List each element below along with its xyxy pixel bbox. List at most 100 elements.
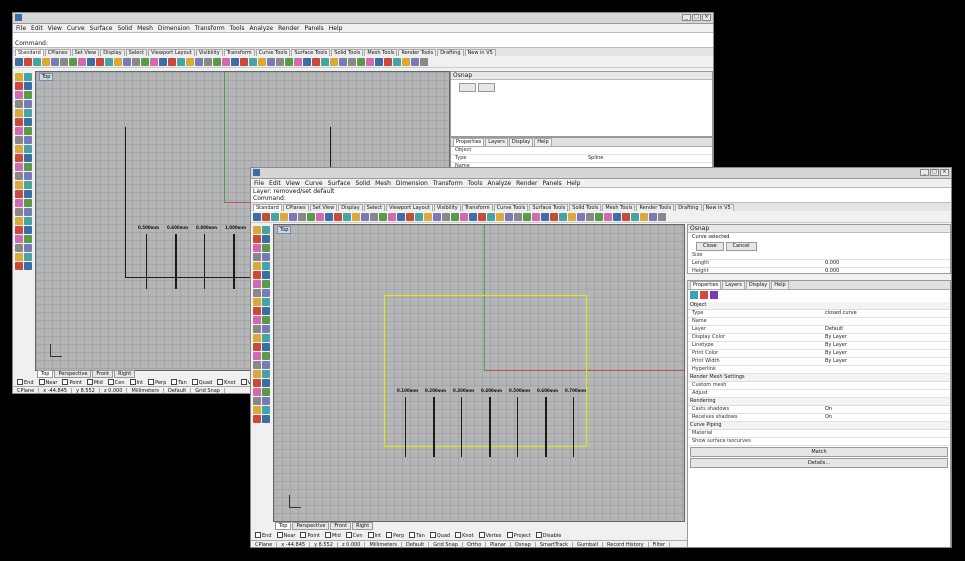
left-tool-icon[interactable] <box>15 199 23 207</box>
left-tool-icon[interactable] <box>24 172 32 180</box>
left-tool-icon[interactable] <box>15 154 23 162</box>
toolbar-tool-icon[interactable] <box>433 212 441 221</box>
front-command-prompt[interactable]: Command: <box>251 195 951 202</box>
property-value[interactable]: By Layer <box>822 342 950 349</box>
toolbar-tab-standard[interactable]: Standard <box>15 49 44 56</box>
status-cell[interactable]: Osnap <box>511 542 536 547</box>
toolbar-tool-icon[interactable] <box>348 57 356 66</box>
menu-item-help[interactable]: Help <box>567 180 581 187</box>
left-tool-icon[interactable] <box>24 199 32 207</box>
viewport-tab-front[interactable]: Front <box>330 522 352 530</box>
left-tool-icon[interactable] <box>24 82 32 90</box>
menu-item-render[interactable]: Render <box>516 180 537 187</box>
menu-item-view[interactable]: View <box>48 25 62 32</box>
toolbar-tool-icon[interactable] <box>586 212 594 221</box>
left-tool-icon[interactable] <box>262 307 270 315</box>
panel-tab-properties[interactable]: Properties <box>453 138 485 146</box>
property-value[interactable]: 0.000 <box>822 268 950 273</box>
left-tool-icon[interactable] <box>253 379 261 387</box>
toolbar-tool-icon[interactable] <box>312 57 320 66</box>
menu-item-surface[interactable]: Surface <box>328 180 351 187</box>
viewport-tab-right[interactable]: Right <box>352 522 374 530</box>
left-tool-icon[interactable] <box>24 154 32 162</box>
property-value[interactable] <box>822 430 950 437</box>
minimize-icon[interactable]: _ <box>682 14 691 21</box>
close-icon[interactable]: × <box>702 14 711 21</box>
toolbar-tool-icon[interactable] <box>402 57 410 66</box>
osnap-int[interactable]: Int <box>130 379 144 386</box>
left-tool-icon[interactable] <box>262 397 270 405</box>
viewport-tab-perspective[interactable]: Perspective <box>54 370 92 378</box>
left-tool-icon[interactable] <box>15 208 23 216</box>
left-tool-icon[interactable] <box>262 388 270 396</box>
left-tool-icon[interactable] <box>24 145 32 153</box>
toolbar-tab-mesh-tools[interactable]: Mesh Tools <box>364 49 398 56</box>
toolbar-tool-icon[interactable] <box>496 212 504 221</box>
left-tool-icon[interactable] <box>262 226 270 234</box>
toolbar-tool-icon[interactable] <box>177 57 185 66</box>
viewport-tab-top[interactable]: Top <box>37 370 54 378</box>
toolbar-tool-icon[interactable] <box>424 212 432 221</box>
toolbar-tab-display[interactable]: Display <box>338 204 363 211</box>
menu-item-file[interactable]: File <box>16 25 26 32</box>
left-tool-icon[interactable] <box>253 280 261 288</box>
toolbar-tool-icon[interactable] <box>339 57 347 66</box>
status-cell[interactable]: x -44.845 <box>39 388 73 393</box>
status-cell[interactable]: Gumball <box>573 542 604 547</box>
status-cell[interactable]: Millimeters <box>365 542 402 547</box>
toolbar-tab-visibility[interactable]: Visibility <box>195 49 223 56</box>
maximize-icon[interactable]: □ <box>692 14 701 21</box>
left-tool-icon[interactable] <box>253 334 261 342</box>
toolbar-tool-icon[interactable] <box>141 57 149 66</box>
toolbar-tool-icon[interactable] <box>559 212 567 221</box>
toolbar-tool-icon[interactable] <box>640 212 648 221</box>
viewport-tab-right[interactable]: Right <box>114 370 136 378</box>
status-cell[interactable]: Default <box>402 542 430 547</box>
viewport-tab-top[interactable]: Top <box>275 522 292 530</box>
toolbar-tool-icon[interactable] <box>195 57 203 66</box>
toolbar-tool-icon[interactable] <box>105 57 113 66</box>
toolbar-tool-icon[interactable] <box>330 57 338 66</box>
left-tool-icon[interactable] <box>262 298 270 306</box>
back-viewport-label[interactable]: Top <box>39 73 54 81</box>
toolbar-tool-icon[interactable] <box>262 212 270 221</box>
left-tool-icon[interactable] <box>262 343 270 351</box>
left-tool-icon[interactable] <box>15 190 23 198</box>
toolbar-tool-icon[interactable] <box>51 57 59 66</box>
toolbar-tool-icon[interactable] <box>60 57 68 66</box>
toolbar-tool-icon[interactable] <box>132 57 140 66</box>
osnap-disable[interactable]: Disable <box>536 532 562 539</box>
left-tool-icon[interactable] <box>15 181 23 189</box>
osnap-point[interactable]: Point <box>300 532 319 539</box>
toolbar-tool-icon[interactable] <box>15 57 23 66</box>
toolbar-tab-select[interactable]: Select <box>363 204 386 211</box>
left-tool-icon[interactable] <box>253 352 261 360</box>
toolbar-tool-icon[interactable] <box>375 57 383 66</box>
menu-item-transform[interactable]: Transform <box>195 25 225 32</box>
status-cell[interactable]: z 0.000 <box>338 542 366 547</box>
menu-item-edit[interactable]: Edit <box>269 180 281 187</box>
toolbar-tool-icon[interactable] <box>487 212 495 221</box>
osnap-near[interactable]: Near <box>39 379 58 386</box>
toolbar-tool-icon[interactable] <box>379 212 387 221</box>
front-titlebar[interactable]: _ □ × <box>251 168 951 179</box>
toolbar-tool-icon[interactable] <box>159 57 167 66</box>
menu-item-view[interactable]: View <box>286 180 300 187</box>
property-value[interactable] <box>822 438 950 445</box>
left-tool-icon[interactable] <box>15 127 23 135</box>
front-close-button[interactable]: Close <box>696 242 724 251</box>
toolbar-tool-icon[interactable] <box>393 57 401 66</box>
toolbar-tool-icon[interactable] <box>532 212 540 221</box>
left-tool-icon[interactable] <box>253 388 261 396</box>
toolbar-tool-icon[interactable] <box>276 57 284 66</box>
toolbar-tab-drafting[interactable]: Drafting <box>437 49 464 56</box>
toolbar-tool-icon[interactable] <box>258 57 266 66</box>
left-tool-icon[interactable] <box>253 370 261 378</box>
status-cell[interactable]: Ortho <box>463 542 487 547</box>
toolbar-tool-icon[interactable] <box>316 212 324 221</box>
left-tool-icon[interactable] <box>24 235 32 243</box>
left-tool-icon[interactable] <box>262 370 270 378</box>
property-value[interactable]: closed curve <box>822 310 950 317</box>
left-tool-icon[interactable] <box>15 262 23 270</box>
toolbar-tool-icon[interactable] <box>411 57 419 66</box>
